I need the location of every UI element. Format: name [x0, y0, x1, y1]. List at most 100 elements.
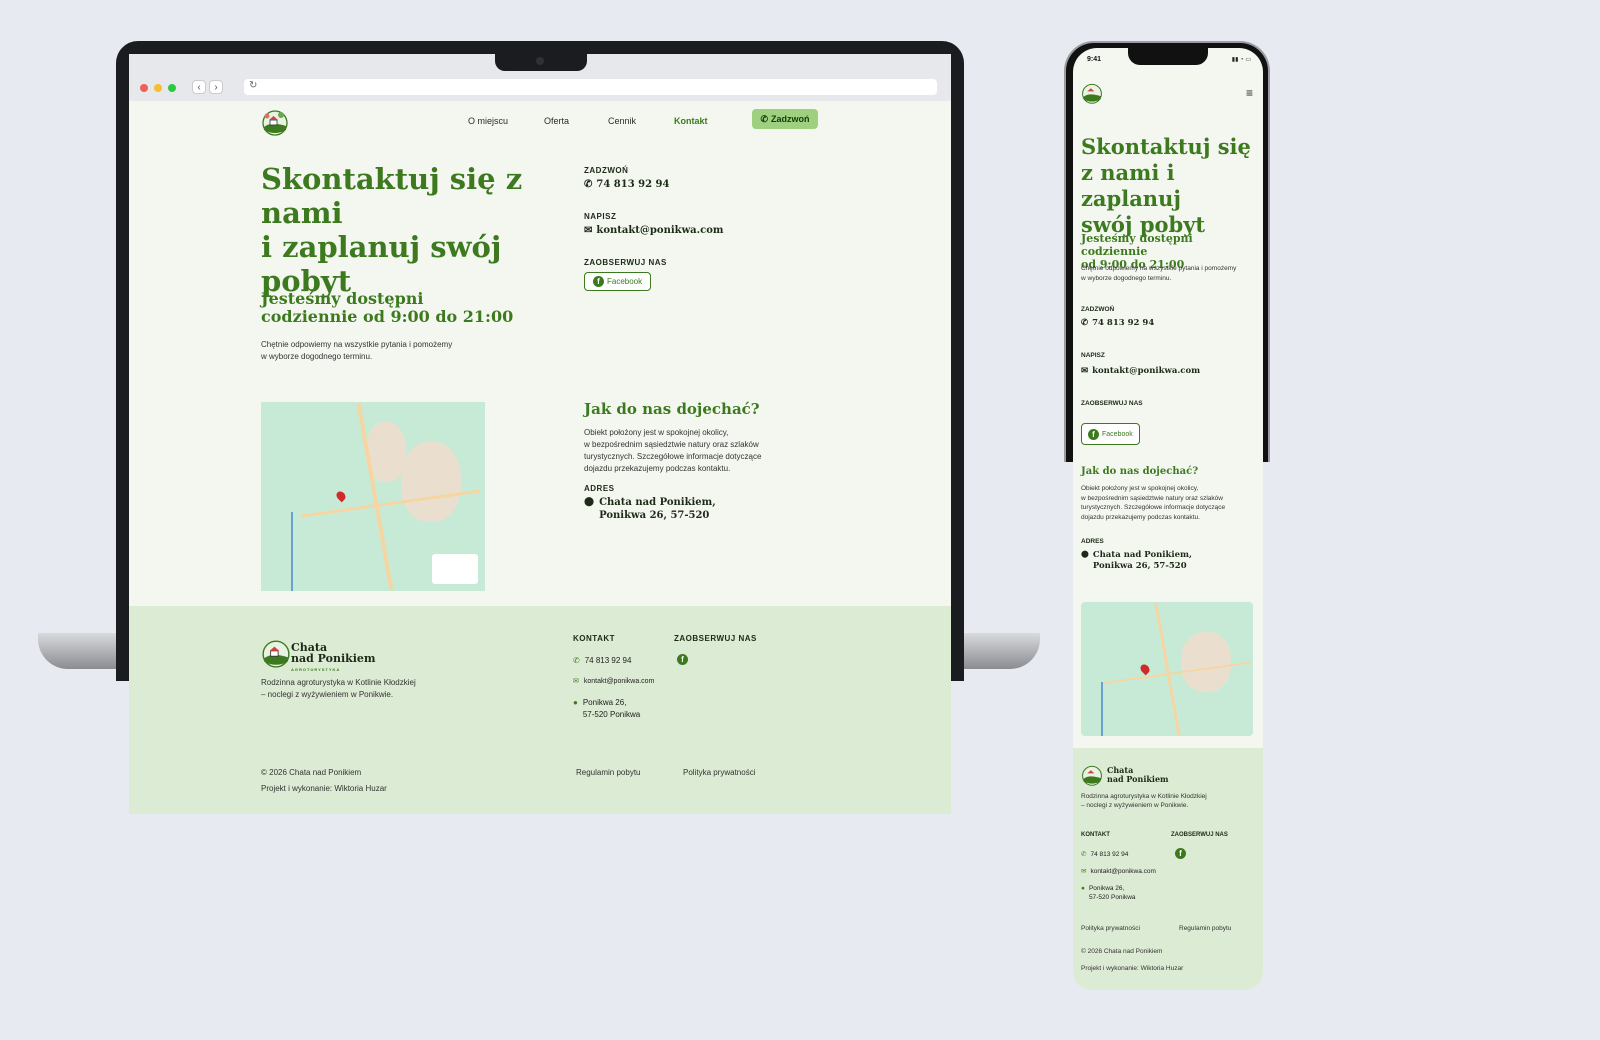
- phone-icon: ✆: [1081, 318, 1089, 328]
- email-address: kontakt@ponikwa.com: [596, 225, 724, 236]
- mobile-location-map[interactable]: [1081, 602, 1253, 736]
- map-terrain: [401, 442, 461, 522]
- url-bar[interactable]: ↻: [244, 79, 937, 95]
- mobile-address-label: ADRES: [1081, 538, 1104, 545]
- footer-addr-line-2: 57-520 Ponikwa: [582, 710, 641, 719]
- m-footer-contact-label: KONTAKT: [1081, 832, 1110, 838]
- footer-email-link[interactable]: ✉ kontakt@ponikwa.com: [573, 676, 654, 688]
- mobile-footer-brand: Chata nad Ponikiem: [1107, 766, 1169, 784]
- map-river: [291, 512, 293, 591]
- maximize-window-dot[interactable]: [168, 84, 176, 92]
- mobile-dir-line-1: Obiekt położony jest w spokojnej okolicy…: [1081, 485, 1199, 492]
- mobile-hours-text-2: w wyborze dogodnego terminu.: [1081, 274, 1172, 282]
- mobile-dir-line-3: turystycznych. Szczegółowe informacje do…: [1081, 504, 1226, 511]
- mobile-dir-line-2: w bezpośrednim sąsiedztwie natury oraz s…: [1081, 494, 1223, 502]
- m-footer-phone-link[interactable]: ✆ 74 813 92 94: [1081, 850, 1128, 859]
- mobile-facebook-button[interactable]: f Facebook: [1081, 423, 1140, 445]
- footer-phone-link[interactable]: ✆ 74 813 92 94: [573, 655, 631, 667]
- m-footer-email: kontakt@ponikwa.com: [1090, 868, 1156, 875]
- location-pin-icon: ●: [1081, 885, 1085, 892]
- directions-line-4: dojazdu przekazujemy podczas kontaktu.: [584, 464, 731, 473]
- follow-label: ZAOBSERWUJ NAS: [584, 258, 667, 267]
- status-icons: ▮▮ ◔ ▭: [1231, 57, 1251, 63]
- facebook-icon: f: [593, 276, 604, 287]
- mobile-directions-text: Obiekt położony jest w spokojnej okolicy…: [1081, 484, 1256, 522]
- footer-logo-icon[interactable]: [261, 638, 291, 668]
- location-map[interactable]: [261, 402, 485, 591]
- hamburger-menu-icon[interactable]: ≡: [1246, 86, 1253, 100]
- close-window-dot[interactable]: [140, 84, 148, 92]
- hours-description: Chętnie odpowiemy na wszystkie pytania i…: [261, 339, 481, 363]
- mobile-logo-icon[interactable]: [1081, 82, 1103, 104]
- back-arrow-icon[interactable]: ‹: [192, 80, 206, 94]
- mobile-page-title: Skontaktuj się z nami i zaplanuj swój po…: [1081, 134, 1256, 238]
- mobile-phone-link[interactable]: ✆ 74 813 92 94: [1081, 318, 1154, 328]
- page-title-line-1: Skontaktuj się z nami: [261, 162, 523, 230]
- facebook-button[interactable]: f Facebook: [584, 272, 652, 291]
- nav-oferta[interactable]: Oferta: [544, 116, 569, 126]
- nav-o-miejscu[interactable]: O miejscu: [468, 116, 508, 126]
- phone-icon: ✆: [1081, 851, 1087, 858]
- call-button[interactable]: ✆ Zadzwoń: [752, 109, 818, 129]
- footer-phone: 74 813 92 94: [584, 656, 632, 665]
- directions-line-2: w bezpośrednim sąsiedztwie natury oraz s…: [584, 440, 759, 449]
- address-label: ADRES: [584, 484, 615, 493]
- address-line-2: Ponikwa 26, 57-520: [599, 510, 710, 521]
- map-zoom-control[interactable]: [432, 554, 478, 584]
- mail-icon: ✉: [1081, 366, 1089, 376]
- location-pin-icon: ●: [573, 698, 578, 707]
- mobile-email: kontakt@ponikwa.com: [1092, 366, 1201, 376]
- mobile-email-link[interactable]: ✉ kontakt@ponikwa.com: [1081, 366, 1200, 376]
- m-footer-follow-label: ZAOBSERWUJ NAS: [1171, 832, 1228, 838]
- hours-text-line-2: w wyborze dogodnego terminu.: [261, 352, 373, 361]
- directions-line-1: Obiekt położony jest w spokojnej okolicy…: [584, 428, 729, 437]
- forward-arrow-icon[interactable]: ›: [209, 80, 223, 94]
- directions-title: Jak do nas dojechać?: [584, 400, 760, 418]
- nav-cennik[interactable]: Cennik: [608, 116, 636, 126]
- map-river: [1101, 682, 1103, 736]
- mobile-follow-label: ZAOBSERWUJ NAS: [1081, 400, 1143, 407]
- footer-privacy-link[interactable]: Polityka prywatności: [683, 767, 755, 779]
- facebook-label: Facebook: [607, 277, 643, 286]
- map-pin-icon[interactable]: [1138, 662, 1152, 676]
- desc-line-2: – noclegi z wyżywieniem w Ponikwie.: [261, 690, 394, 699]
- m-footer-facebook-icon[interactable]: f: [1175, 848, 1186, 859]
- hours-line-2: codziennie od 9:00 do 21:00: [261, 307, 514, 326]
- footer-terms-link[interactable]: Regulamin pobytu: [576, 767, 640, 779]
- mobile-footer-logo-icon[interactable]: [1081, 764, 1103, 786]
- footer-email: kontakt@ponikwa.com: [583, 678, 655, 685]
- map-road: [1154, 602, 1181, 736]
- mobile-address-line-1: Chata nad Ponikiem,: [1092, 550, 1193, 560]
- call-button-label: Zadzwoń: [771, 114, 810, 124]
- mobile-hours-text-1: Chętnie odpowiemy na wszystkie pytania i…: [1081, 265, 1237, 272]
- m-footer-terms-link[interactable]: Regulamin pobytu: [1179, 924, 1231, 933]
- page-title: Skontaktuj się z nami i zaplanuj swój po…: [261, 162, 561, 298]
- map-terrain: [1181, 632, 1231, 692]
- mobile-hours-line-1: Jesteśmy dostępni codziennie: [1081, 232, 1193, 258]
- contact-follow-block: ZAOBSERWUJ NAS f Facebook: [584, 258, 667, 291]
- contact-phone-block: ZADZWOŃ ✆ 74 813 92 94: [584, 166, 669, 190]
- address-block: ADRES ⬤ Chata nad Ponikiem, Ponikwa 26, …: [584, 484, 716, 522]
- footer-addr-line-1: Ponikwa 26,: [582, 698, 627, 707]
- m-footer-privacy-link[interactable]: Polityka prywatności: [1081, 924, 1140, 933]
- mobile-title-line-2: z nami i zaplanuj: [1081, 160, 1181, 211]
- footer-follow-label: ZAOBSERWUJ NAS: [674, 634, 757, 643]
- nav-kontakt[interactable]: Kontakt: [674, 116, 708, 126]
- mail-icon: ✉: [584, 225, 593, 236]
- site-footer: Chata nad Ponikiem AGROTURYSTYKA Rodzinn…: [129, 606, 951, 814]
- site-logo-icon[interactable]: [261, 108, 289, 136]
- reload-icon[interactable]: ↻: [249, 80, 257, 91]
- email-link[interactable]: ✉ kontakt@ponikwa.com: [584, 225, 723, 236]
- m-footer-email-link[interactable]: ✉ kontakt@ponikwa.com: [1081, 867, 1156, 876]
- footer-brand: Chata nad Ponikiem AGROTURYSTYKA: [291, 642, 376, 675]
- location-pin-icon: ⬤: [1081, 551, 1089, 558]
- footer-facebook-icon[interactable]: f: [677, 654, 688, 665]
- m-footer-address: ● Ponikwa 26, 57-520 Ponikwa: [1081, 884, 1136, 902]
- phone-icon: ✆: [573, 656, 580, 665]
- mobile-footer-description: Rodzinna agroturystyka w Kotlinie Kłodzk…: [1081, 792, 1207, 810]
- minimize-window-dot[interactable]: [154, 84, 162, 92]
- phone-link[interactable]: ✆ 74 813 92 94: [584, 179, 669, 190]
- m-brand-line-2: nad Ponikiem: [1107, 774, 1169, 784]
- map-pin-icon[interactable]: [334, 489, 348, 503]
- mail-icon: ✉: [1081, 868, 1087, 875]
